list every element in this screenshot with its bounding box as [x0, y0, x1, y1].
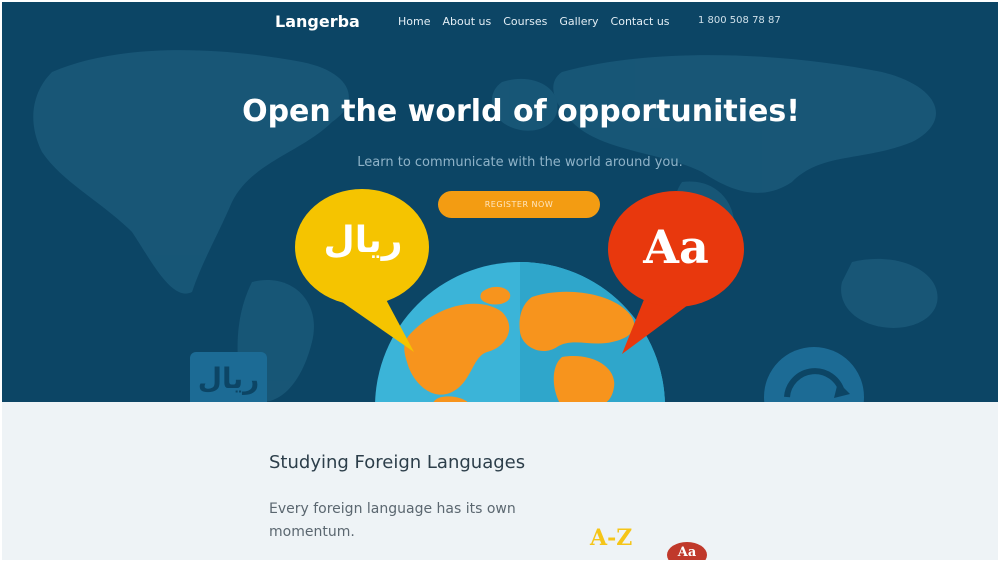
about-section: Studying Foreign Languages Every foreign…	[2, 402, 998, 560]
hero-headline: Open the world of opportunities!	[242, 94, 800, 129]
phone-number: 1 800 508 78 87	[698, 15, 781, 26]
page: ريال Aa ريال Langerba Home About us Cour…	[2, 2, 998, 560]
nav-menu: Home About us Courses Gallery Contact us	[398, 15, 670, 28]
site-logo[interactable]: Langerba	[275, 12, 360, 31]
hero-subtitle: Learn to communicate with the world arou…	[357, 155, 683, 170]
nav-link-courses[interactable]: Courses	[503, 15, 547, 28]
nav-link-about[interactable]: About us	[442, 15, 491, 28]
aa-badge: Aa	[667, 542, 707, 560]
arabic-tile-text: ريال	[197, 362, 260, 395]
refresh-icon	[764, 347, 864, 402]
register-now-button[interactable]: REGISTER NOW	[438, 191, 600, 218]
latin-bubble-text: Aa	[643, 220, 709, 274]
section-text: Every foreign language has its own momen…	[269, 501, 516, 540]
nav-link-contact[interactable]: Contact us	[611, 15, 670, 28]
hero-section: ريال Aa ريال Langerba Home About us Cour…	[2, 2, 998, 402]
arabic-bubble-text: ريال	[323, 220, 403, 261]
nav-link-gallery[interactable]: Gallery	[559, 15, 598, 28]
top-navigation: Langerba Home About us Courses Gallery C…	[2, 2, 998, 42]
nav-link-home[interactable]: Home	[398, 15, 430, 28]
section-title: Studying Foreign Languages	[269, 452, 526, 473]
aa-badge-text: Aa	[677, 545, 697, 560]
az-badge: A-Z	[590, 525, 633, 551]
